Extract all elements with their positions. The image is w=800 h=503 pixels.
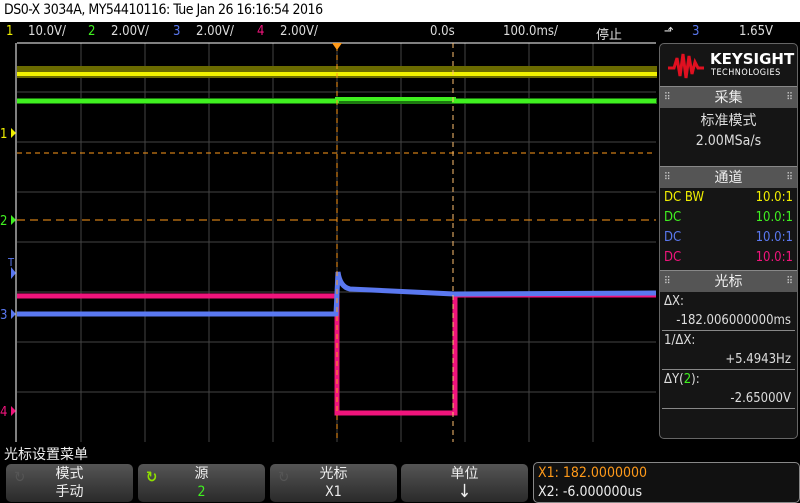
ch4-marker-label: 4 xyxy=(0,405,7,420)
sample-rate: 2.00MSa/s xyxy=(695,133,762,149)
cursor-readout: X1: 182.0000000 X2: -6.000000us xyxy=(533,462,800,503)
x2-readout: X2: -6.000000us xyxy=(538,484,643,500)
delta-x-label: ΔX: xyxy=(664,294,684,309)
ch3-number[interactable]: 3 xyxy=(173,24,180,39)
trigger-source[interactable]: 3 xyxy=(692,24,699,39)
trigger-edge-icon: ⬏ xyxy=(664,24,674,39)
side-panel: KEYSIGHT TECHNOLOGIES 采集 标准模式 2.00MSa/s … xyxy=(659,43,798,439)
keysight-wave-icon xyxy=(668,53,704,79)
x1-readout: X1: 182.0000000 xyxy=(538,465,647,481)
trigger-marker-label: T xyxy=(7,256,15,269)
delta-x-value: -182.006000000ms xyxy=(662,311,795,331)
ch4-ground-marker xyxy=(11,406,16,416)
waveform-display[interactable]: 1 2 T 3 4 xyxy=(0,42,660,442)
ch2-number[interactable]: 2 xyxy=(88,24,95,39)
acquire-section: 标准模式 2.00MSa/s xyxy=(660,108,797,166)
acquire-header[interactable]: 采集 xyxy=(660,86,797,109)
ch3-scale[interactable]: 2.00V/ xyxy=(196,24,234,39)
run-state: 停止 xyxy=(596,28,623,43)
ch1-scale[interactable]: 10.0V/ xyxy=(28,24,66,39)
status-bar: 1 10.0V/ 2 2.00V/ 3 2.00V/ 4 2.00V/ 0.0s… xyxy=(0,22,800,43)
ch3-marker-label: 3 xyxy=(0,308,7,323)
trigger-level[interactable]: 1.65V xyxy=(739,24,773,39)
rotate-icon: ↻ xyxy=(14,468,26,486)
channel-row: DC 10.0:1 xyxy=(664,250,793,265)
ch4-number[interactable]: 4 xyxy=(257,24,264,39)
ch3-ground-marker xyxy=(11,309,16,319)
softkey-mode[interactable]: ↻ 模式 手动 xyxy=(6,464,133,502)
ch1-ground-marker xyxy=(11,128,16,138)
window-title: DS0-X 3034A, MY54410116: Tue Jan 26 16:1… xyxy=(0,0,800,22)
acquire-mode: 标准模式 xyxy=(700,113,757,129)
softkey-units[interactable]: 单位 ↓ xyxy=(401,464,528,502)
menu-title: 光标设置菜单 xyxy=(4,447,88,463)
ch2-marker-label: 2 xyxy=(0,214,7,229)
cursors-header[interactable]: 光标 xyxy=(660,270,797,293)
inverse-delta-x-value: +5.4943Hz xyxy=(662,350,795,370)
trigger-position-marker xyxy=(332,43,342,50)
softkey-cursors[interactable]: ↻ 光标 X1 xyxy=(270,464,397,502)
channels-header[interactable]: 通道 xyxy=(660,166,797,189)
time-scale[interactable]: 100.0ms/ xyxy=(503,24,558,39)
channel-row: DC 10.0:1 xyxy=(664,230,793,245)
delta-y-label: ΔY(2): xyxy=(664,372,700,387)
ch2-scale[interactable]: 2.00V/ xyxy=(111,24,149,39)
ch2-ground-marker xyxy=(11,215,16,225)
time-offset[interactable]: 0.0s xyxy=(430,24,455,39)
delta-y-value: -2.65000V xyxy=(662,389,795,409)
softkey-source[interactable]: ↻ 源 2 xyxy=(138,464,265,502)
inverse-delta-x-label: 1/ΔX: xyxy=(664,333,696,348)
rotate-icon: ↻ xyxy=(278,468,290,486)
keysight-logo: KEYSIGHT TECHNOLOGIES xyxy=(660,44,797,86)
channel-row: DC 10.0:1 xyxy=(664,210,793,225)
ch4-scale[interactable]: 2.00V/ xyxy=(280,24,318,39)
channel-row: DC BW 10.0:1 xyxy=(664,190,793,205)
ch1-number[interactable]: 1 xyxy=(6,24,13,39)
down-arrow-icon: ↓ xyxy=(457,481,472,502)
channels-section: DC BW 10.0:1 DC 10.0:1 DC 10.0:1 DC 10.0:1 xyxy=(660,188,797,270)
ch1-marker-label: 1 xyxy=(0,127,7,142)
rotate-knob-icon: ↻ xyxy=(146,468,158,486)
